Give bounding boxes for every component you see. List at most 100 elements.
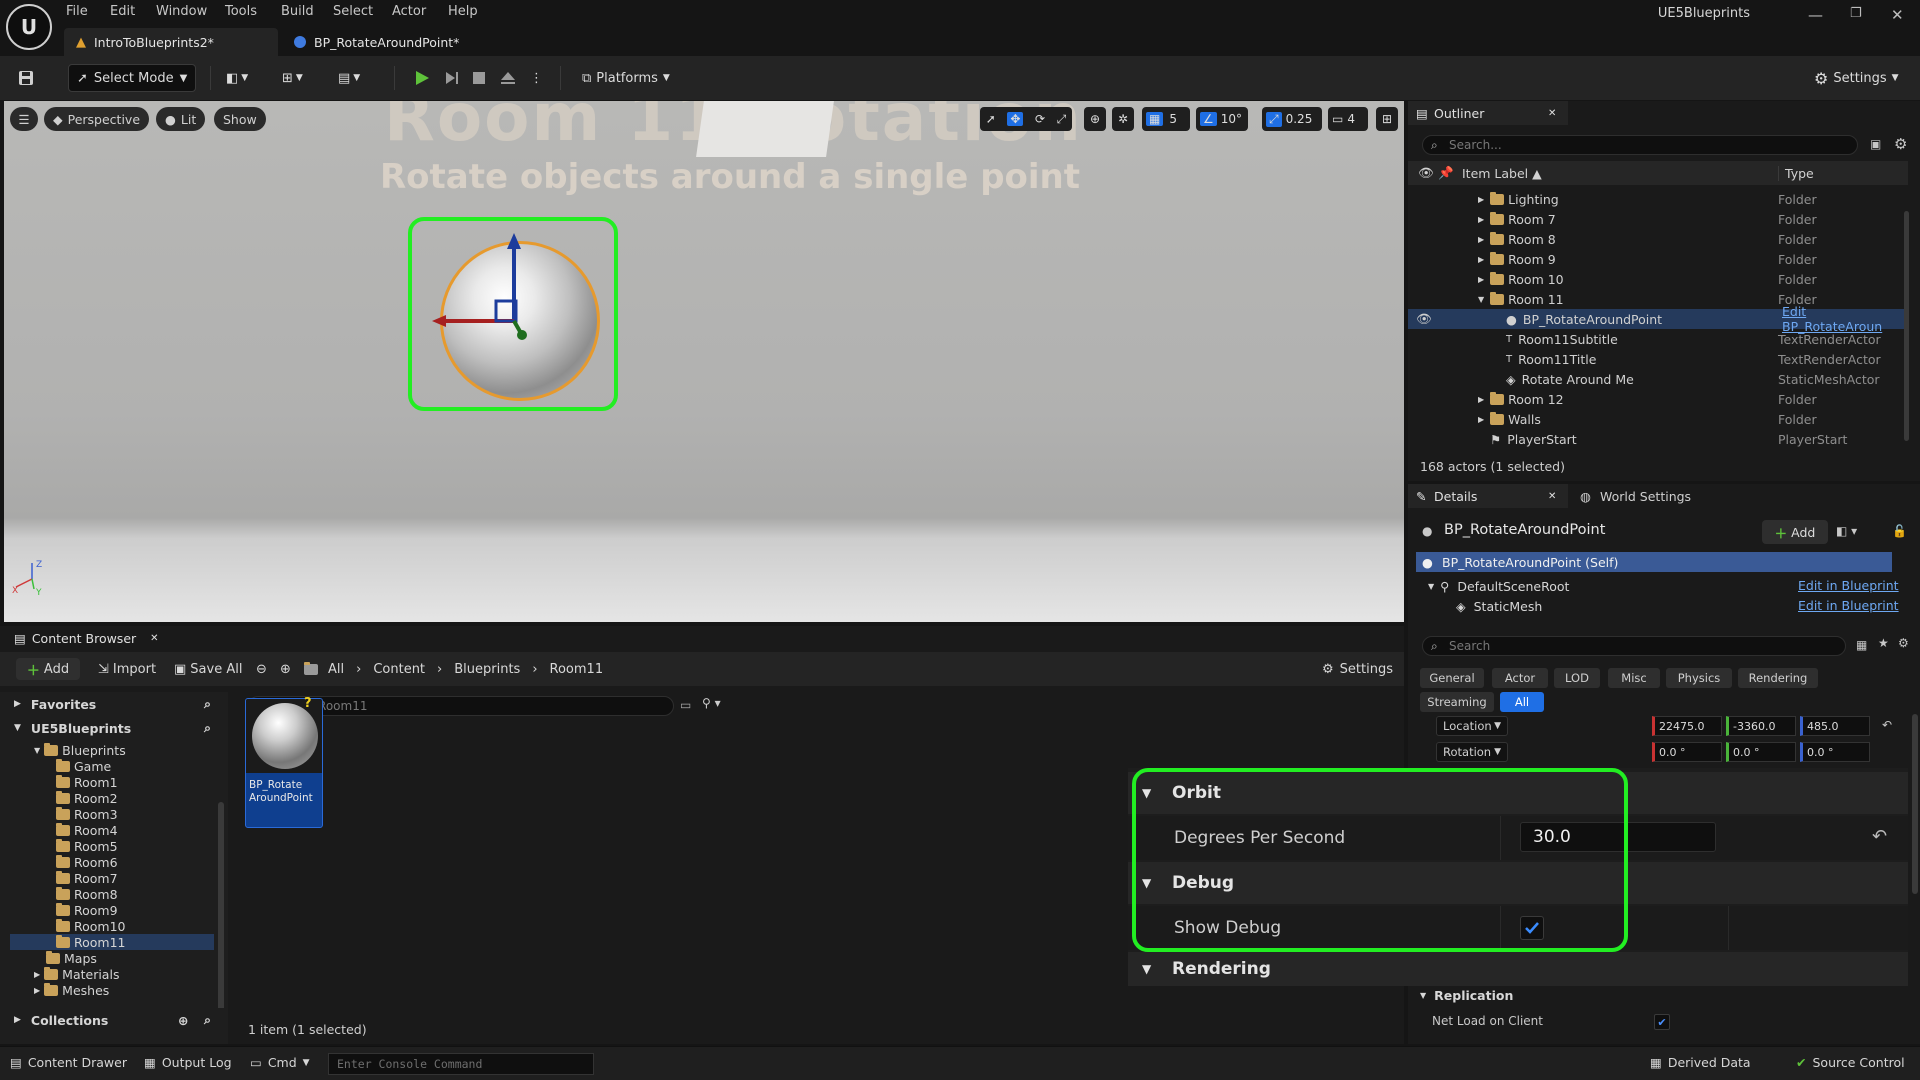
component-default-scene-root[interactable]: ▼ ⚲ DefaultSceneRoot: [1428, 576, 1569, 596]
cmd-dropdown[interactable]: ▭ Cmd ▼: [250, 1055, 310, 1070]
menu-select[interactable]: Select: [333, 4, 373, 19]
outliner-row[interactable]: ⚑ PlayerStart PlayerStart: [1408, 429, 1908, 449]
unreal-logo-icon[interactable]: U: [6, 4, 52, 50]
reset-arrow-icon[interactable]: ↶: [1872, 826, 1887, 847]
actor-name[interactable]: BP_RotateAroundPoint: [1444, 522, 1605, 538]
outliner-row[interactable]: ▶ Lighting Folder: [1408, 189, 1908, 209]
camera-speed[interactable]: ▭ 4: [1328, 107, 1368, 131]
outliner-row[interactable]: ▶ Walls Folder: [1408, 409, 1908, 429]
tab-outliner[interactable]: ▤ Outliner ✕: [1408, 101, 1568, 125]
level-viewport[interactable]: Room 11 Rotation Rotate objects around a…: [4, 101, 1404, 622]
menu-window[interactable]: Window: [156, 4, 207, 19]
grid-snap[interactable]: ▦ 5: [1142, 107, 1190, 131]
step-icon[interactable]: [444, 64, 466, 92]
tree-room7[interactable]: Room7: [56, 870, 118, 886]
collections-header[interactable]: ▶ Collections ⊕ ⌕: [0, 1008, 228, 1032]
location-dropdown[interactable]: Location ▼: [1436, 716, 1508, 736]
filter-all[interactable]: All: [1500, 692, 1544, 712]
perspective-button[interactable]: ◆ Perspective: [44, 107, 150, 131]
add-actor-icon[interactable]: ◧ ▼: [226, 64, 266, 92]
history-back-icon[interactable]: ⊖: [256, 658, 267, 680]
tree-room8[interactable]: Room8: [56, 886, 118, 902]
outliner-row[interactable]: T Room11Subtitle TextRenderActor: [1408, 329, 1908, 349]
project-root-header[interactable]: ▼ UE5Blueprints ⌕: [0, 716, 228, 740]
favorites-header[interactable]: ▶ Favorites ⌕: [0, 692, 228, 716]
cb-settings-button[interactable]: ⚙ Settings: [1322, 658, 1393, 680]
tree-scrollbar[interactable]: [218, 802, 224, 1022]
add-component-button[interactable]: ＋ Add: [1762, 520, 1828, 544]
item-label-column[interactable]: Item Label ▲: [1462, 166, 1542, 181]
tree-materials[interactable]: ▶ Materials: [34, 966, 119, 982]
tree-meshes[interactable]: ▶ Meshes: [34, 982, 109, 998]
filter-general[interactable]: General: [1420, 668, 1484, 688]
menu-build[interactable]: Build: [281, 4, 314, 19]
scale-tool-icon[interactable]: ⤢: [1057, 112, 1067, 127]
move-tool-icon[interactable]: ✥: [1007, 112, 1024, 126]
menu-actor[interactable]: Actor: [392, 4, 426, 19]
location-y-field[interactable]: -3360.0: [1726, 716, 1796, 736]
visibility-eye-icon[interactable]: 👁: [1416, 309, 1432, 329]
tab-content-browser[interactable]: ▤ Content Browser ✕: [4, 626, 169, 650]
edit-in-blueprint-link[interactable]: Edit in Blueprint: [1798, 598, 1899, 613]
gear-icon[interactable]: ⚙: [1898, 636, 1909, 650]
outliner-row[interactable]: ◈ Rotate Around Me StaticMeshActor: [1408, 369, 1908, 389]
outliner-row[interactable]: T Room11Title TextRenderActor: [1408, 349, 1908, 369]
restore-icon[interactable]: ❐: [1850, 6, 1862, 21]
net-load-on-client-checkbox[interactable]: ✔: [1654, 1014, 1670, 1030]
more-options-icon[interactable]: ⋮: [530, 64, 543, 92]
source-control-button[interactable]: ✔ Source Control: [1796, 1055, 1905, 1070]
close-icon[interactable]: ✕: [1548, 108, 1556, 119]
gear-icon[interactable]: ⚙: [1894, 135, 1907, 153]
filter-actor[interactable]: Actor: [1492, 668, 1548, 688]
minimize-icon[interactable]: —: [1808, 6, 1823, 24]
maximize-viewport-icon[interactable]: ⊞: [1376, 107, 1398, 131]
outliner-row-type[interactable]: Edit BP_RotateAroun: [1782, 304, 1908, 334]
outliner-row[interactable]: ▶ Room 10 Folder: [1408, 269, 1908, 289]
tab-details[interactable]: ✎ Details ✕: [1408, 484, 1568, 508]
tree-room1[interactable]: Room1: [56, 774, 118, 790]
surface-snap-icon[interactable]: ✲: [1112, 107, 1134, 131]
console-input[interactable]: Enter Console Command: [328, 1053, 594, 1075]
location-x-field[interactable]: 22475.0: [1652, 716, 1722, 736]
type-column[interactable]: Type: [1778, 166, 1814, 181]
breadcrumb-blueprints[interactable]: Blueprints: [454, 662, 520, 677]
tree-room4[interactable]: Room4: [56, 822, 118, 838]
tab-level[interactable]: ▲ IntroToBlueprints2*: [64, 28, 278, 56]
platforms-dropdown[interactable]: ⧉ Platforms ▼: [582, 64, 682, 92]
menu-edit[interactable]: Edit: [110, 4, 135, 19]
replication-section[interactable]: ▼ Replication: [1420, 988, 1513, 1003]
show-button[interactable]: Show: [214, 107, 266, 131]
asset-tile[interactable]: BP_Rotate AroundPoint: [245, 698, 323, 828]
tree-game[interactable]: Game: [56, 758, 111, 774]
filter-lod[interactable]: LOD: [1554, 668, 1600, 688]
add-collection-icon[interactable]: ⊕: [178, 1013, 188, 1028]
world-space-icon[interactable]: ⊕: [1084, 107, 1106, 131]
details-scrollbar[interactable]: [1912, 714, 1918, 894]
tab-blueprint[interactable]: BP_RotateAroundPoint*: [282, 28, 482, 56]
breadcrumb-all[interactable]: All: [328, 662, 344, 677]
location-z-field[interactable]: 485.0: [1800, 716, 1870, 736]
reset-arrow-icon[interactable]: ↶: [1882, 718, 1892, 732]
import-button[interactable]: ⇲ Import: [98, 658, 156, 680]
filter-streaming[interactable]: Streaming: [1420, 692, 1494, 712]
angle-snap[interactable]: ∠ 10°: [1196, 107, 1248, 131]
play-icon[interactable]: [414, 64, 436, 92]
viewport-menu-icon[interactable]: ☰: [10, 107, 38, 131]
tree-room2[interactable]: Room2: [56, 790, 118, 806]
breadcrumb-room11[interactable]: Room11: [550, 662, 604, 677]
output-log-button[interactable]: ▦ Output Log: [144, 1055, 232, 1070]
filter-misc[interactable]: Misc: [1608, 668, 1660, 688]
add-button[interactable]: ＋ Add: [16, 658, 80, 680]
outliner-row[interactable]: ▶ Room 12 Folder: [1408, 389, 1908, 409]
folder-icon[interactable]: [304, 658, 322, 680]
rotate-tool-icon[interactable]: ⟳: [1035, 112, 1045, 126]
component-self[interactable]: ● BP_RotateAroundPoint (Self): [1416, 552, 1892, 572]
close-icon[interactable]: ✕: [1548, 491, 1556, 502]
select-mode-dropdown[interactable]: ➚ Select Mode ▼: [68, 64, 196, 92]
tree-maps[interactable]: Maps: [46, 950, 97, 966]
menu-tools[interactable]: Tools: [225, 4, 257, 19]
filter-physics[interactable]: Physics: [1666, 668, 1732, 688]
close-icon[interactable]: ✕: [150, 633, 158, 644]
outliner-row[interactable]: ▶ Room 8 Folder: [1408, 229, 1908, 249]
search-icon[interactable]: ⌕: [204, 696, 211, 712]
